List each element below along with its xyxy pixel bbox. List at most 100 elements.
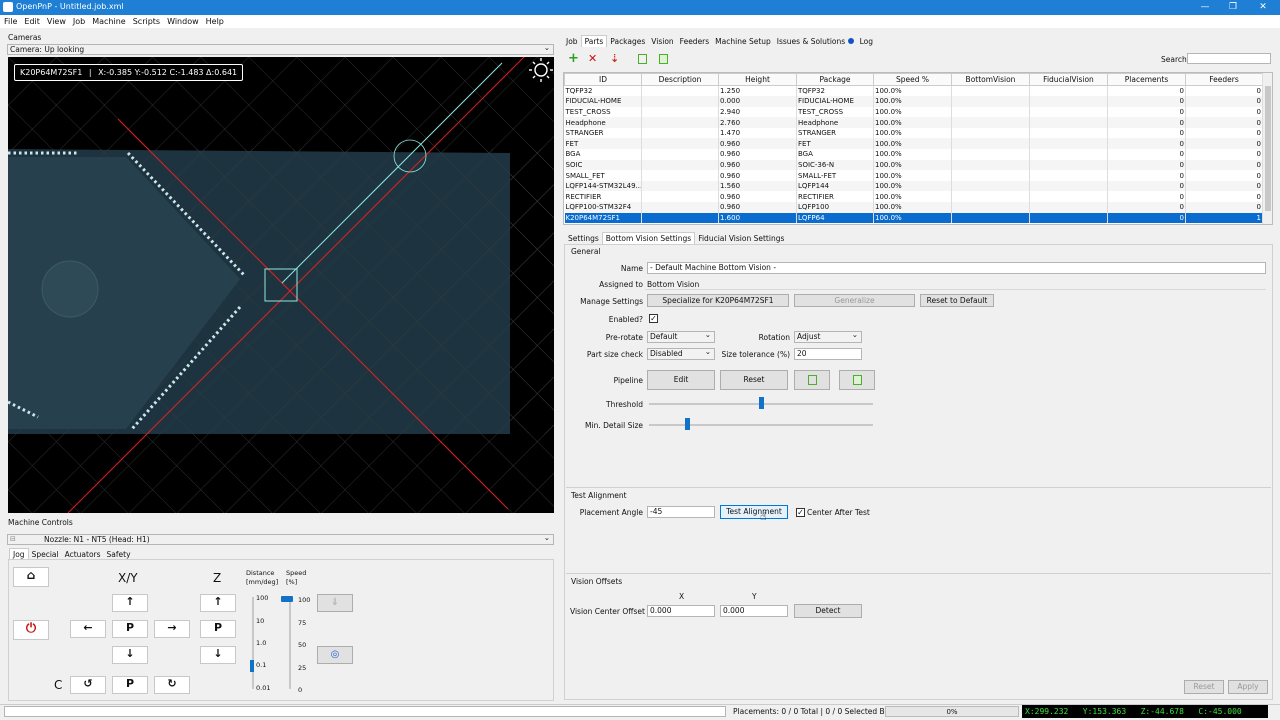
park-xy-button[interactable]: P <box>112 620 148 638</box>
pipeline-paste-button[interactable] <box>839 370 875 390</box>
menu-file[interactable]: File <box>4 15 17 28</box>
offset-x-field[interactable]: 0.000 <box>647 605 715 617</box>
table-row[interactable]: Headphone 2.760 Headphone 100.0% 0 0 <box>564 117 1263 128</box>
reset-to-default-button[interactable]: Reset to Default <box>920 294 994 307</box>
parts-scrollbar[interactable] <box>1262 73 1272 224</box>
table-row[interactable]: STRANGER 1.470 STRANGER 100.0% 0 0 <box>564 127 1263 139</box>
column-header[interactable]: Feeders <box>1185 73 1263 86</box>
camera-select[interactable]: Camera: Up looking <box>7 43 554 55</box>
min-detail-slider-track[interactable] <box>649 424 873 426</box>
add-part-icon[interactable]: + <box>568 52 580 65</box>
specialize-button[interactable]: Specialize for K20P64M72SF1 <box>647 294 789 307</box>
pick-part-icon[interactable]: ⇣ <box>610 52 624 66</box>
jog-z-plus-button[interactable]: ↑ <box>200 594 236 612</box>
distance-slider-thumb[interactable] <box>250 660 254 672</box>
search-input[interactable] <box>1187 53 1271 64</box>
table-row[interactable]: LQFP144-STM32L49... 1.560 LQFP144 100.0% 0 0 <box>564 180 1263 192</box>
distance-slider-track[interactable] <box>252 597 254 689</box>
pipeline-copy-button[interactable] <box>794 370 830 390</box>
test-alignment-button[interactable]: Test Alignment <box>720 505 788 519</box>
column-header[interactable]: Placements <box>1107 73 1186 86</box>
table-row[interactable]: TQFP32 1.250 TQFP32 100.0% 0 0 <box>564 85 1263 97</box>
tab-log[interactable]: Log <box>857 36 876 47</box>
tab-packages[interactable]: Packages <box>607 36 648 47</box>
column-header[interactable]: Description <box>641 73 719 86</box>
tab-issues-solutions[interactable]: Issues & Solutions <box>774 36 857 47</box>
copy-icon[interactable] <box>638 54 647 64</box>
close-icon[interactable]: ✕ <box>1248 0 1278 15</box>
park-c-button[interactable]: P <box>112 676 148 694</box>
tab-settings[interactable]: Settings <box>565 233 602 244</box>
column-header[interactable]: Speed % <box>873 73 952 86</box>
camera-position-button[interactable]: ◎ <box>317 646 353 664</box>
delete-part-icon[interactable]: ✕ <box>588 53 600 65</box>
home-button[interactable]: ⌂ <box>13 567 49 587</box>
reset-button[interactable]: Reset <box>1184 680 1224 694</box>
jog-x-minus-button[interactable]: ← <box>70 620 106 638</box>
threshold-slider-thumb[interactable] <box>759 397 764 409</box>
name-field[interactable]: - Default Machine Bottom Vision - <box>647 262 1266 274</box>
jog-y-plus-button[interactable]: ↑ <box>112 594 148 612</box>
table-cell: LQFP100-STM32F4 <box>564 202 642 213</box>
nozzle-tip-button[interactable]: ⇓ <box>317 594 353 612</box>
detect-button[interactable]: Detect <box>794 604 862 618</box>
speed-slider-track[interactable] <box>289 599 291 689</box>
table-cell <box>1029 159 1108 171</box>
table-row[interactable]: K20P64M72SF1 1.600 LQFP64 100.0% 0 1 <box>564 212 1263 224</box>
min-detail-slider-thumb[interactable] <box>685 418 691 430</box>
pipeline-reset-button[interactable]: Reset <box>720 370 788 390</box>
nozzle-select[interactable]: Nozzle: N1 - NT5 (Head: H1) <box>7 533 554 545</box>
jog-x-plus-button[interactable]: → <box>154 620 190 638</box>
size-tolerance-field[interactable]: 20 <box>794 348 862 360</box>
tab-vision[interactable]: Vision <box>648 36 676 47</box>
table-row[interactable]: TEST_CROSS 2.940 TEST_CROSS 100.0% 0 0 <box>564 106 1263 118</box>
camera-view[interactable]: K20P64M72SF1 | X:-0.385 Y:-0.512 C:-1.48… <box>8 57 554 513</box>
menu-scripts[interactable]: Scripts <box>133 15 160 28</box>
tab-bottom-vision-settings[interactable]: Bottom Vision Settings <box>601 232 696 244</box>
generalize-button[interactable]: Generalize <box>794 294 915 307</box>
column-header[interactable]: ID <box>564 73 642 86</box>
menu-help[interactable]: Help <box>206 15 224 28</box>
table-row[interactable]: FET 0.960 FET 100.0% 0 0 <box>564 138 1263 150</box>
jog-y-minus-button[interactable]: ↓ <box>112 646 148 664</box>
power-button[interactable]: ⏻ <box>13 620 49 640</box>
tab-feeders[interactable]: Feeders <box>677 36 713 47</box>
placement-angle-field[interactable]: -45 <box>647 506 715 518</box>
rotation-select[interactable]: Adjust <box>794 330 862 343</box>
offset-y-field[interactable]: 0.000 <box>720 605 788 617</box>
maximize-icon[interactable]: ❐ <box>1218 0 1248 15</box>
enabled-checkbox[interactable]: ✓ <box>649 314 658 323</box>
column-header[interactable]: Package <box>796 73 874 86</box>
table-row[interactable]: LQFP100-STM32F4 0.960 LQFP100 100.0% 0 0 <box>564 202 1263 213</box>
tab-machine-setup[interactable]: Machine Setup <box>712 36 774 47</box>
menu-window[interactable]: Window <box>167 15 199 28</box>
tab-fiducial-vision-settings[interactable]: Fiducial Vision Settings <box>695 233 787 244</box>
table-row[interactable]: BGA 0.960 BGA 100.0% 0 0 <box>564 149 1263 160</box>
menu-job[interactable]: Job <box>73 15 85 28</box>
table-row[interactable]: SOIC 0.960 SOIC-36-N 100.0% 0 0 <box>564 159 1263 171</box>
column-header[interactable]: FiducialVision <box>1029 73 1108 86</box>
jog-z-minus-button[interactable]: ↓ <box>200 646 236 664</box>
menu-machine[interactable]: Machine <box>92 15 126 28</box>
part-size-check-select[interactable]: Disabled <box>647 347 715 360</box>
table-row[interactable]: RECTIFIER 0.960 RECTIFIER 100.0% 0 0 <box>564 191 1263 203</box>
speed-slider-thumb[interactable] <box>281 596 293 602</box>
tab-job[interactable]: Job <box>563 36 581 47</box>
tab-parts[interactable]: Parts <box>580 35 608 47</box>
column-header[interactable]: BottomVision <box>951 73 1030 86</box>
menu-edit[interactable]: Edit <box>24 15 40 28</box>
table-row[interactable]: FIDUCIAL-HOME 0.000 FIDUCIAL-HOME 100.0% 0 0 <box>564 96 1263 107</box>
column-header[interactable]: Height <box>718 73 797 86</box>
pipeline-edit-button[interactable]: Edit <box>647 370 715 390</box>
apply-button[interactable]: Apply <box>1228 680 1268 694</box>
prerotate-select[interactable]: Default <box>647 330 715 343</box>
table-row[interactable]: SMALL_FET 0.960 SMALL-FET 100.0% 0 0 <box>564 170 1263 181</box>
rotate-cw-button[interactable]: ↻ <box>154 676 190 694</box>
paste-icon[interactable] <box>659 54 668 64</box>
rotate-ccw-button[interactable]: ↺ <box>70 676 106 694</box>
center-after-test-checkbox[interactable]: ✓ <box>796 508 805 517</box>
menu-view[interactable]: View <box>47 15 66 28</box>
dro-readout[interactable]: X:299.232 Y:153.363 Z:-44.678 C:-45.000 <box>1022 705 1268 718</box>
minimize-icon[interactable]: — <box>1190 0 1220 15</box>
park-z-button[interactable]: P <box>200 620 236 638</box>
